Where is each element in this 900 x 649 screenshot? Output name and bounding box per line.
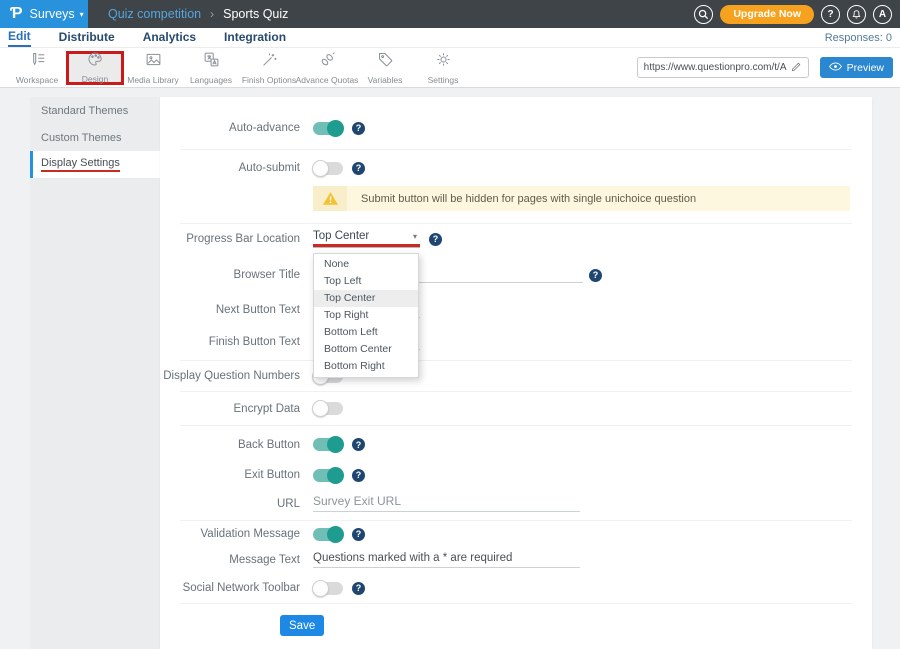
image-icon	[145, 51, 162, 73]
social-network-toolbar-row: Social Network Toolbar ?	[160, 573, 872, 603]
option-bottom-center[interactable]: Bottom Center	[314, 341, 418, 358]
next-button-text-row: Next Button Text	[160, 296, 872, 324]
tab-edit[interactable]: Edit	[8, 28, 31, 47]
warning-text: Submit button will be hidden for pages w…	[361, 193, 696, 205]
toolbar-settings[interactable]: Settings	[414, 48, 472, 88]
questionpro-logo-icon: Ƥ	[10, 6, 23, 22]
social-network-toolbar-help-icon[interactable]: ?	[352, 582, 365, 595]
tab-integration[interactable]: Integration	[224, 29, 286, 46]
progress-bar-location-select[interactable]: Top Center ▾	[313, 230, 420, 248]
sidebar-item-standard-themes[interactable]: Standard Themes	[30, 97, 160, 124]
gear-icon	[435, 51, 452, 73]
chain-links-icon	[319, 51, 336, 73]
toolbar-finish-options[interactable]: Finish Options	[240, 48, 298, 88]
option-top-center[interactable]: Top Center	[314, 290, 418, 307]
toolbar-languages[interactable]: Languages	[182, 48, 240, 88]
preview-button[interactable]: Preview	[820, 57, 893, 78]
select-caret-icon: ▾	[413, 232, 417, 241]
toolbar-design[interactable]: Design	[66, 51, 124, 85]
breadcrumb: Quiz competition › Sports Quiz	[108, 7, 288, 21]
encrypt-data-row: Encrypt Data	[160, 392, 872, 425]
back-button-toggle[interactable]	[313, 438, 343, 451]
warning-triangle-icon	[313, 186, 347, 211]
tag-icon	[377, 51, 394, 73]
exit-button-row: Exit Button ?	[160, 463, 872, 487]
auto-advance-help-icon[interactable]: ?	[352, 122, 365, 135]
progress-bar-location-dropdown: None Top Left Top Center Top Right Botto…	[313, 253, 419, 378]
auto-advance-row: Auto-advance ?	[160, 97, 872, 149]
display-question-numbers-row: Display Question Numbers	[160, 361, 872, 391]
edit-pencil-icon[interactable]	[791, 59, 802, 77]
product-menu[interactable]: Surveys	[30, 7, 75, 21]
toolbar-advance-quotas[interactable]: Advance Quotas	[298, 48, 356, 88]
breadcrumb-separator-icon: ›	[210, 7, 214, 21]
progress-bar-location-row: Progress Bar Location Top Center ▾ ?	[160, 224, 872, 254]
toolbar-workspace[interactable]: Workspace	[8, 48, 66, 88]
toolbar-media-library[interactable]: Media Library	[124, 48, 182, 88]
browser-title-row: Browser Title ?	[160, 254, 872, 296]
breadcrumb-folder[interactable]: Quiz competition	[108, 7, 201, 21]
validation-message-row: Validation Message ?	[160, 521, 872, 547]
save-button[interactable]: Save	[280, 615, 324, 636]
translate-icon	[203, 51, 220, 73]
app-logo-area[interactable]: Ƥ Surveys ▾	[0, 0, 88, 28]
magic-wand-icon	[261, 51, 278, 73]
message-text-row: Message Text	[160, 547, 872, 573]
validation-message-toggle[interactable]	[313, 528, 343, 541]
option-none[interactable]: None	[314, 256, 418, 273]
survey-url-field[interactable]: https://www.questionpro.com/t/APNrFZ	[637, 57, 809, 78]
design-sidebar: Standard Themes Custom Themes Display Se…	[30, 97, 160, 649]
option-bottom-right[interactable]: Bottom Right	[314, 358, 418, 375]
toolbar-variables[interactable]: Variables	[356, 48, 414, 88]
edit-toolbar: Workspace Design Media Library Languages…	[0, 48, 900, 88]
survey-nav: Edit Distribute Analytics Integration Re…	[0, 28, 900, 48]
finish-button-text-row: Finish Button Text	[160, 324, 872, 360]
survey-url-value: https://www.questionpro.com/t/APNrFZ	[644, 62, 787, 73]
sidebar-item-custom-themes[interactable]: Custom Themes	[30, 124, 160, 151]
workspace-icon	[29, 51, 46, 73]
responses-count[interactable]: Responses: 0	[825, 32, 892, 44]
auto-submit-row: Auto-submit ?	[160, 150, 872, 186]
display-settings-panel: Auto-advance ? Auto-submit ?	[160, 97, 872, 649]
social-network-toolbar-toggle[interactable]	[313, 582, 343, 595]
progress-bar-help-icon[interactable]: ?	[429, 233, 442, 246]
sidebar-item-display-settings[interactable]: Display Settings	[30, 151, 160, 178]
back-button-help-icon[interactable]: ?	[352, 438, 365, 451]
encrypt-data-toggle[interactable]	[313, 402, 343, 415]
chevron-down-icon: ▾	[80, 10, 84, 19]
warning-banner-wrap: Submit button will be hidden for pages w…	[160, 186, 872, 211]
option-bottom-left[interactable]: Bottom Left	[314, 324, 418, 341]
annotation-underline	[313, 244, 420, 247]
help-button[interactable]: ?	[821, 5, 840, 24]
notifications-bell-icon[interactable]	[847, 5, 866, 24]
exit-button-help-icon[interactable]: ?	[352, 469, 365, 482]
eye-icon	[829, 62, 842, 74]
auto-submit-toggle[interactable]	[313, 162, 343, 175]
save-row: Save	[160, 615, 872, 636]
palette-icon	[87, 51, 103, 72]
design-page: Standard Themes Custom Themes Display Se…	[0, 88, 900, 649]
validation-message-help-icon[interactable]: ?	[352, 528, 365, 541]
exit-button-toggle[interactable]	[313, 469, 343, 482]
back-button-row: Back Button ?	[160, 426, 872, 463]
message-text-input[interactable]	[313, 552, 580, 568]
option-top-left[interactable]: Top Left	[314, 273, 418, 290]
exit-url-row: URL	[160, 487, 872, 520]
exit-url-input[interactable]	[313, 496, 580, 512]
upgrade-now-button[interactable]: Upgrade Now	[720, 5, 814, 24]
top-bar: Ƥ Surveys ▾ Quiz competition › Sports Qu…	[0, 0, 900, 28]
auto-advance-toggle[interactable]	[313, 122, 343, 135]
search-icon[interactable]	[694, 5, 713, 24]
option-top-right[interactable]: Top Right	[314, 307, 418, 324]
tab-distribute[interactable]: Distribute	[59, 29, 115, 46]
auto-submit-help-icon[interactable]: ?	[352, 162, 365, 175]
breadcrumb-survey-name[interactable]: Sports Quiz	[223, 7, 288, 21]
avatar[interactable]: A	[873, 5, 892, 24]
browser-title-help-icon[interactable]: ?	[589, 269, 602, 282]
tab-analytics[interactable]: Analytics	[143, 29, 196, 46]
warning-banner: Submit button will be hidden for pages w…	[313, 186, 850, 211]
